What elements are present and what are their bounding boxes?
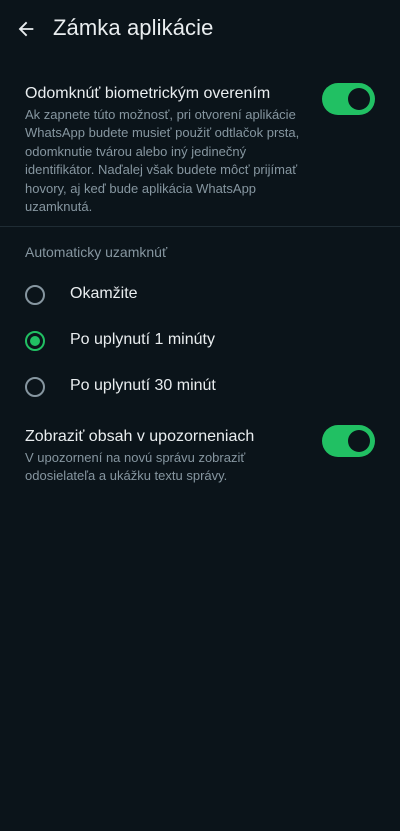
show-notification-content-description: V upozornení na novú správu zobraziť odo…	[25, 450, 246, 484]
auto-lock-option-immediately[interactable]: Okamžite	[0, 273, 400, 319]
toggle-knob	[348, 430, 370, 452]
section-divider	[0, 226, 400, 227]
auto-lock-option-30-minutes[interactable]: Po uplynutí 30 minút	[0, 365, 400, 411]
show-notification-content-toggle[interactable]	[322, 425, 375, 457]
radio-button[interactable]	[25, 377, 45, 397]
page-title: Zámka aplikácie	[53, 15, 214, 40]
biometric-unlock-setting[interactable]: Odomknúť biometrickým overením Ak zapnet…	[0, 70, 400, 225]
radio-button[interactable]	[25, 285, 45, 305]
radio-selected-dot	[30, 336, 40, 346]
auto-lock-header: Automaticky uzamknúť	[25, 244, 168, 260]
radio-label: Po uplynutí 30 minút	[70, 377, 216, 394]
arrow-back-icon	[18, 21, 34, 37]
app-bar: Zámka aplikácie	[0, 0, 400, 58]
auto-lock-option-1-minute[interactable]: Po uplynutí 1 minúty	[0, 319, 400, 365]
radio-button-selected[interactable]	[25, 331, 45, 351]
radio-label: Po uplynutí 1 minúty	[70, 331, 215, 348]
show-notification-content-setting[interactable]: Zobraziť obsah v upozorneniach V upozorn…	[0, 413, 400, 493]
biometric-unlock-title: Odomknúť biometrickým overením	[25, 85, 271, 102]
biometric-unlock-toggle[interactable]	[322, 83, 375, 115]
toggle-knob	[348, 88, 370, 110]
radio-label: Okamžite	[70, 285, 138, 302]
biometric-unlock-description: Ak zapnete túto možnosť, pri otvorení ap…	[25, 107, 300, 215]
show-notification-content-title: Zobraziť obsah v upozorneniach	[25, 428, 255, 445]
back-button[interactable]	[12, 15, 40, 43]
